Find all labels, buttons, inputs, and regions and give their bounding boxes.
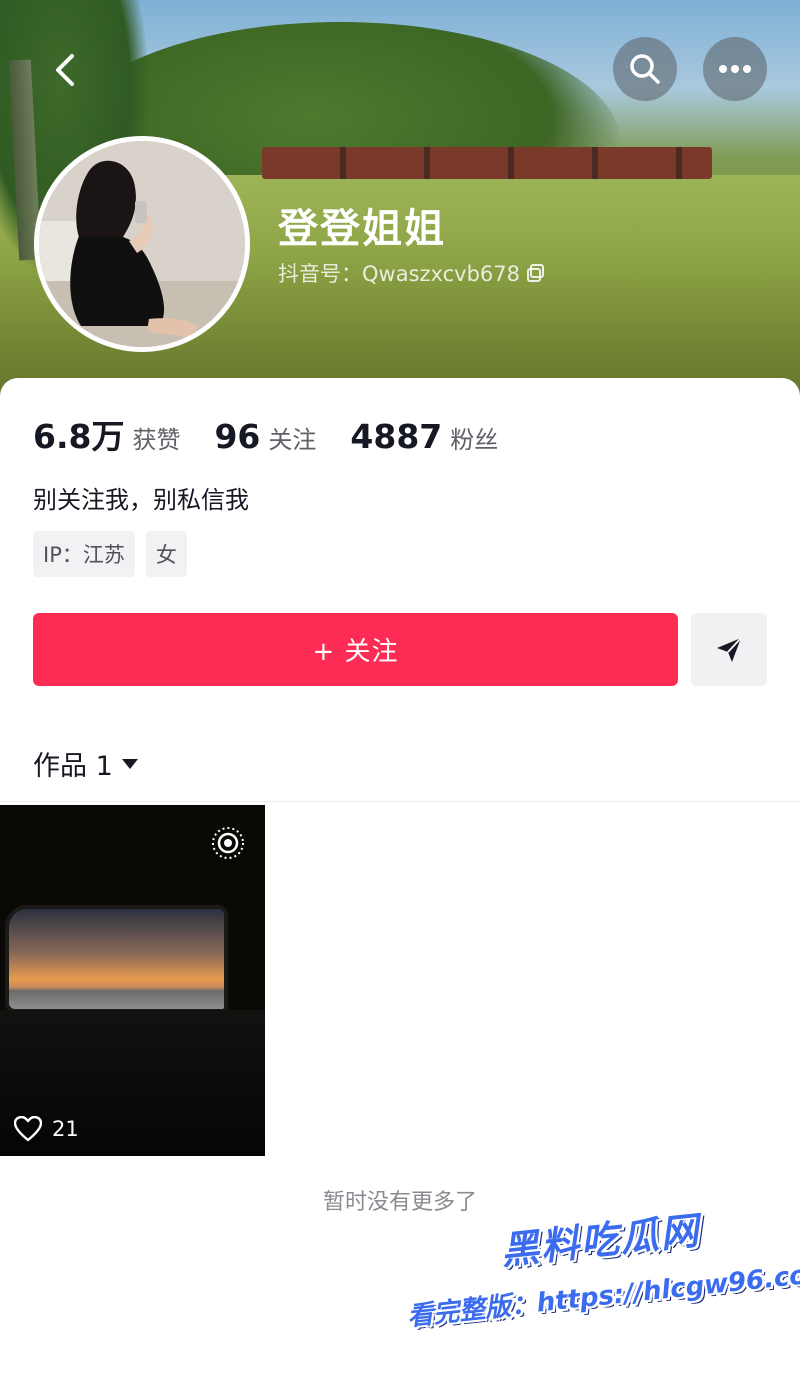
stats-row: 6.8万 获赞 96 关注 4887 粉丝 bbox=[33, 410, 532, 458]
caret-down-icon bbox=[121, 758, 138, 769]
video-likes: 21 bbox=[14, 1116, 79, 1142]
banner-train bbox=[262, 147, 712, 179]
tag-ip-location: IP：江苏 bbox=[33, 531, 135, 577]
video-thumbnail[interactable]: 21 bbox=[0, 805, 265, 1156]
stat-value: 4887 bbox=[350, 417, 443, 456]
stat-likes[interactable]: 6.8万 获赞 bbox=[33, 410, 180, 458]
more-dots-icon bbox=[719, 65, 751, 73]
nickname: 登登姐姐 bbox=[278, 206, 446, 252]
avatar[interactable] bbox=[34, 136, 250, 352]
chevron-left-icon bbox=[56, 54, 74, 86]
tab-works-label: 作品 1 bbox=[33, 751, 113, 782]
more-button[interactable] bbox=[703, 37, 767, 101]
share-button[interactable] bbox=[691, 613, 767, 686]
back-button[interactable] bbox=[40, 45, 90, 95]
bio-text: 别关注我，别私信我 bbox=[33, 486, 249, 514]
douyin-id: 抖音号：Qwaszxcvb678 bbox=[278, 262, 520, 286]
heart-icon bbox=[14, 1116, 42, 1142]
tab-works[interactable]: 作品 1 bbox=[33, 744, 139, 783]
search-icon bbox=[630, 54, 660, 84]
tag-gender: 女 bbox=[145, 531, 187, 577]
stat-value: 96 bbox=[214, 417, 261, 456]
copy-icon[interactable] bbox=[526, 263, 546, 283]
video-likes-count: 21 bbox=[52, 1117, 79, 1141]
avatar-photo bbox=[39, 141, 245, 347]
stat-label: 获赞 bbox=[132, 426, 181, 454]
divider bbox=[0, 801, 800, 802]
live-photo-icon bbox=[212, 827, 244, 859]
send-icon bbox=[717, 636, 742, 662]
search-button[interactable] bbox=[613, 37, 677, 101]
stat-label: 粉丝 bbox=[450, 426, 499, 454]
douyin-id-row[interactable]: 抖音号：Qwaszxcvb678 bbox=[278, 258, 546, 288]
stat-value: 6.8万 bbox=[33, 417, 125, 456]
profile-tags: IP：江苏 女 bbox=[33, 531, 187, 577]
thumbnail-sunset-window bbox=[5, 905, 228, 1013]
stat-label: 关注 bbox=[268, 426, 317, 454]
stat-followers[interactable]: 4887 粉丝 bbox=[350, 417, 498, 456]
follow-button[interactable]: + 关注 bbox=[33, 613, 678, 686]
stat-following[interactable]: 96 关注 bbox=[214, 417, 316, 456]
